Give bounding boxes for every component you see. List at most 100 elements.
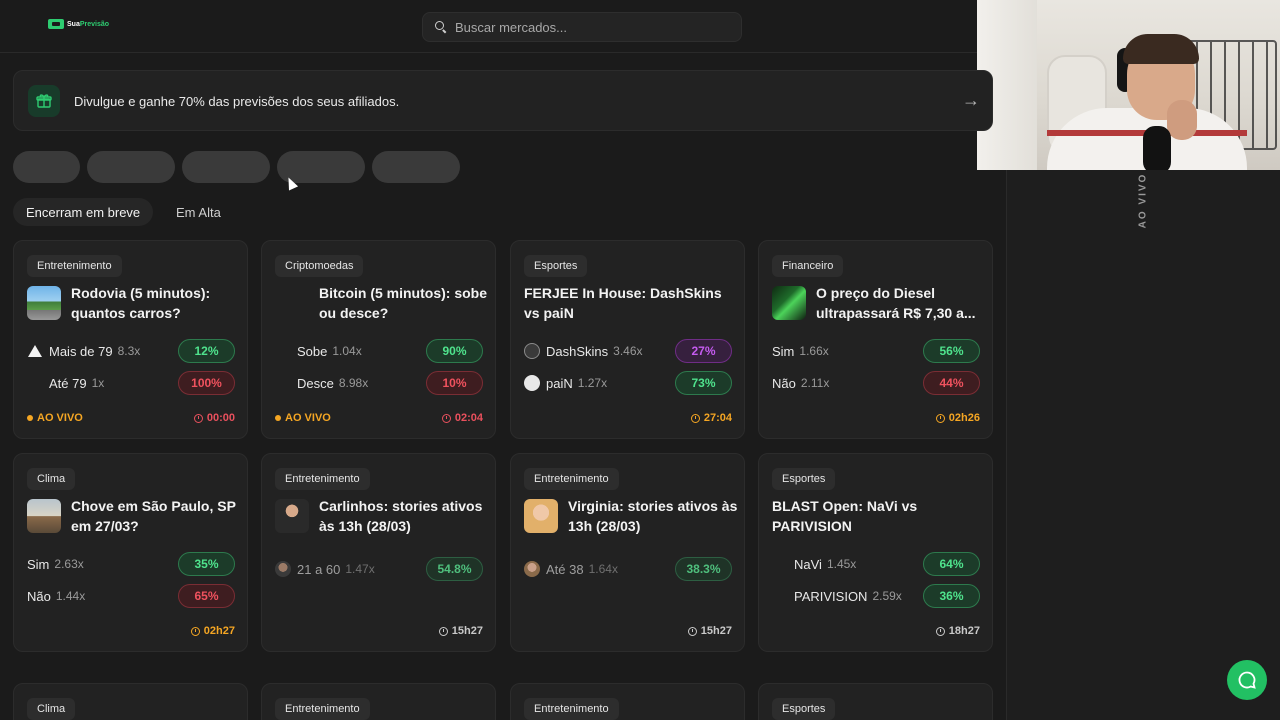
outcome-multiplier: 2.59x [872,589,902,603]
outcome-label: Sim [772,343,795,359]
market-card[interactable]: Entretenimento Carlinhos: stories ativos… [261,453,496,652]
live-badge: AO VIVO [275,412,331,424]
outcome-percentage-button[interactable]: 56% [923,339,980,363]
triangle-up-icon [27,343,43,359]
chat-bubble-icon [1238,671,1256,689]
market-thumbnail [27,499,61,533]
outcome-multiplier: 8.98x [338,376,369,390]
outcome-percentage-button[interactable]: 44% [923,371,980,395]
outcome-percentage-button[interactable]: 10% [426,371,483,395]
outcome-multiplier: 8.3x [117,344,141,358]
outcome-row[interactable]: Sobe 1.04x 90% [275,339,483,363]
tab-em-alta[interactable]: Em Alta [163,198,234,226]
outcome-percentage-button[interactable]: 54.8% [426,557,483,581]
market-thumbnail [524,499,558,533]
logo-icon [48,19,64,29]
category-tag: Entretenimento [27,255,122,277]
outcome-row[interactable]: Sim 2.63x 35% [27,552,235,576]
outcome-multiplier: 1.47x [345,562,375,576]
side-panel-live-label: AO VIVO [1137,172,1149,228]
outcome-row[interactable]: Não 1.44x 65% [27,584,235,608]
category-tag: Entretenimento [524,698,619,720]
arrow-right-icon[interactable]: → [962,90,980,111]
search-icon [435,21,447,33]
live-badge: AO VIVO [27,412,83,424]
outcome-row[interactable]: Até 38 1.64x 38.3% [524,557,732,581]
clock-icon [935,413,945,423]
outcome-row[interactable]: 21 a 60 1.47x 54.8% [275,557,483,581]
market-card[interactable]: Entretenimento Virginia: stories ativos … [510,453,745,652]
clock-icon [687,626,697,636]
market-card[interactable]: Esportes FERJEE In House: DashSkins vs p… [510,240,745,439]
clock-icon [441,413,451,423]
category-tag: Entretenimento [275,468,370,490]
outcome-label: Mais de 79 [49,343,113,359]
outcome-percentage-button[interactable]: 38.3% [675,557,732,581]
outcome-percentage-button[interactable]: 35% [178,552,235,576]
outcome-label: Desce [297,375,334,391]
market-title: Bitcoin (5 minutos): sobe ou desce? [319,285,487,321]
outcome-row[interactable]: Desce 8.98x 10% [275,371,483,395]
logo[interactable]: SuaPrevisão [48,19,109,29]
category-pill[interactable] [13,151,80,183]
outcome-percentage-button[interactable]: 27% [675,339,732,363]
outcome-label: 21 a 60 [297,561,341,577]
market-card[interactable]: Entretenimento [261,683,496,720]
market-card[interactable]: Clima Chove em São Paulo, SP em 27/03? S… [13,453,248,652]
outcome-row[interactable]: Mais de 79 8.3x 12% [27,339,235,363]
outcome-row[interactable]: PARIVISION 2.59x 36% [772,584,980,608]
live-dot-icon [275,415,281,421]
market-card[interactable]: Financeiro O preço do Diesel ultrapassar… [758,240,993,439]
outcome-multiplier: 1.45x [826,557,857,571]
category-pill[interactable] [87,151,175,183]
countdown: 15h27 [438,625,483,637]
outcome-percentage-button[interactable]: 64% [923,552,980,576]
outcome-percentage-button[interactable]: 90% [426,339,483,363]
outcome-label: DashSkins [546,343,609,359]
market-thumbnail [275,499,309,533]
outcome-row[interactable]: Sim 1.66x 56% [772,339,980,363]
banner-text: Divulgue e ganhe 70% das previsões dos s… [74,94,400,109]
category-tag: Esportes [524,255,588,277]
outcome-percentage-button[interactable]: 65% [178,584,235,608]
search-bar[interactable] [422,12,742,42]
category-tag: Criptomoedas [275,255,364,277]
outcome-percentage-button[interactable]: 73% [675,371,732,395]
market-card[interactable]: Entretenimento [510,683,745,720]
countdown: 15h27 [687,625,732,637]
countdown: 27:04 [690,412,732,424]
outcome-percentage-button[interactable]: 36% [923,584,980,608]
outcome-multiplier: 1.04x [332,344,362,358]
search-input[interactable] [455,19,725,35]
market-title: O preço do Diesel ultrapassará R$ 7,30 a… [816,285,976,321]
market-title: Carlinhos: stories ativos às 13h (28/03) [319,498,483,534]
outcome-percentage-button[interactable]: 100% [178,371,235,395]
tab-encerram-em-breve[interactable]: Encerram em breve [13,198,154,226]
market-thumbnail [27,286,61,320]
countdown: 00:00 [193,412,235,424]
market-card[interactable]: Criptomoedas Bitcoin (5 minutos): sobe o… [261,240,496,439]
outcome-row[interactable]: NaVi 1.45x 64% [772,552,980,576]
market-thumbnail [772,286,806,320]
outcome-row[interactable]: Até 79 1x 100% [27,371,235,395]
category-pill[interactable] [372,151,460,183]
outcome-row[interactable]: Não 2.11x 44% [772,371,980,395]
countdown: 02h26 [935,412,980,424]
category-pill[interactable] [182,151,270,183]
clock-icon [690,413,700,423]
outcome-percentage-button[interactable]: 12% [178,339,235,363]
market-card[interactable]: Esportes BLAST Open: NaVi vs PARIVISION … [758,453,993,652]
outcome-label: Não [772,375,796,391]
outcome-row[interactable]: DashSkins 3.46x 27% [524,339,732,363]
market-card[interactable]: Esportes [758,683,993,720]
live-dot-icon [27,415,33,421]
market-card[interactable]: Entretenimento Rodovia (5 minutos): quan… [13,240,248,439]
chat-button[interactable] [1227,660,1267,700]
outcome-label: Sobe [297,343,328,359]
avatar-icon [275,561,291,577]
affiliate-banner[interactable]: Divulgue e ganhe 70% das previsões dos s… [13,70,993,131]
outcome-row[interactable]: paiN 1.27x 73% [524,371,732,395]
outcome-multiplier: 2.63x [54,557,84,571]
category-tag: Esportes [772,468,836,490]
market-card[interactable]: Clima [13,683,248,720]
